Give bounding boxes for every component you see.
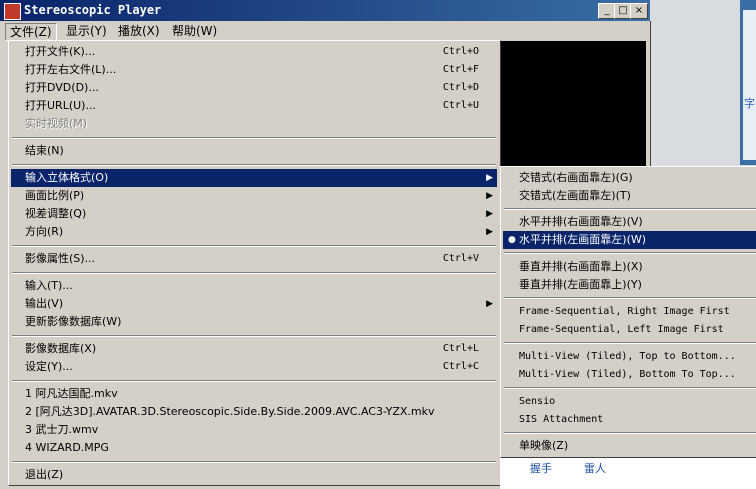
file-menu: 打开文件(K)... Ctrl+O 打开左右文件(L)... Ctrl+F 打开DV… <box>8 40 501 486</box>
menu-separator <box>504 342 756 344</box>
menu-item-recent-3[interactable]: 3 武士刀.wmv <box>11 421 497 439</box>
close-button[interactable]: × <box>630 3 648 19</box>
submenu-item-sensio[interactable]: Sensio <box>503 393 756 411</box>
menu-item-exit[interactable]: 退出(Z) <box>11 466 497 484</box>
menu-item-open-lr-files[interactable]: 打开左右文件(L)... Ctrl+F <box>11 61 497 79</box>
menu-separator <box>504 432 756 434</box>
menu-item-orientation[interactable]: 方向(R) ▶ <box>11 223 497 241</box>
app-icon <box>4 3 21 20</box>
background-link-shock[interactable]: 雷人 <box>584 460 606 476</box>
menu-item-recent-2[interactable]: 2 [阿凡达3D].AVATAR.3D.Stereoscopic.Side.By… <box>11 403 497 421</box>
menu-item-settings[interactable]: 设定(Y)... Ctrl+C <box>11 358 497 376</box>
submenu-item-mono[interactable]: 单映像(Z) <box>503 437 756 455</box>
menu-item-open-file[interactable]: 打开文件(K)... Ctrl+O <box>11 43 497 61</box>
submenu-item-multiview-bottom-top[interactable]: Multi-View (Tiled), Bottom To Top... <box>503 366 756 384</box>
menu-separator <box>12 164 496 166</box>
menu-item-open-dvd[interactable]: 打开DVD(D)... Ctrl+D <box>11 79 497 97</box>
menu-item-open-url[interactable]: 打开URL(U)... Ctrl+U <box>11 97 497 115</box>
submenu-item-side-by-side-right-first[interactable]: 水平并排(右画面靠左)(V) <box>503 213 756 231</box>
submenu-arrow-icon: ▶ <box>486 173 493 183</box>
menu-item-input[interactable]: 输入(T)... <box>11 277 497 295</box>
submenu-item-interlaced-left-first[interactable]: 交错式(左画面靠左)(T) <box>503 187 756 205</box>
background-window-text: 字 <box>744 97 755 110</box>
menu-separator <box>12 461 496 463</box>
menu-help[interactable]: 帮助(W) <box>168 23 221 39</box>
selected-bullet-icon: ● <box>508 235 516 245</box>
menu-item-close[interactable]: 结束(N) <box>11 142 497 160</box>
menu-bar: 文件(Z) 显示(Y) 播放(X) 帮助(W) <box>0 21 650 41</box>
menu-item-recent-1[interactable]: 1 阿凡达国配.mkv <box>11 385 497 403</box>
submenu-item-over-under-right-top[interactable]: 垂直并排(右画面靠上)(X) <box>503 258 756 276</box>
video-area <box>500 41 648 171</box>
window-title: Stereoscopic Player <box>24 3 162 17</box>
submenu-arrow-icon: ▶ <box>486 191 493 201</box>
submenu-item-multiview-top-bottom[interactable]: Multi-View (Tiled), Top to Bottom... <box>503 348 756 366</box>
background-window <box>740 0 756 165</box>
menu-separator <box>12 380 496 382</box>
menu-item-aspect-ratio[interactable]: 画面比例(P) ▶ <box>11 187 497 205</box>
stereo-format-submenu: 交错式(右画面靠左)(G) 交错式(左画面靠左)(T) 水平并排(右画面靠左)(… <box>500 166 756 458</box>
menu-item-update-media-db[interactable]: 更新影像数据库(W) <box>11 313 497 331</box>
menu-separator <box>12 245 496 247</box>
menu-separator <box>504 387 756 389</box>
menu-item-media-properties[interactable]: 影像属性(S)... Ctrl+V <box>11 250 497 268</box>
menu-separator <box>504 297 756 299</box>
menu-item-output[interactable]: 输出(V) ▶ <box>11 295 497 313</box>
submenu-arrow-icon: ▶ <box>486 209 493 219</box>
menu-separator <box>12 137 496 139</box>
menu-item-parallax[interactable]: 视差调整(Q) ▶ <box>11 205 497 223</box>
menu-separator <box>504 252 756 254</box>
submenu-item-interlaced-right-first[interactable]: 交错式(右画面靠左)(G) <box>503 169 756 187</box>
submenu-arrow-icon: ▶ <box>486 227 493 237</box>
menu-separator <box>12 335 496 337</box>
submenu-arrow-icon: ▶ <box>486 299 493 309</box>
menu-item-input-stereo-format[interactable]: 输入立体格式(O) ▶ <box>11 169 497 187</box>
menu-item-media-db[interactable]: 影像数据库(X) Ctrl+L <box>11 340 497 358</box>
background-link-handshake[interactable]: 握手 <box>530 460 552 476</box>
submenu-item-sis-attachment[interactable]: SIS Attachment <box>503 411 756 429</box>
menu-item-recent-4[interactable]: 4 WIZARD.MPG <box>11 439 497 457</box>
menu-separator <box>504 208 756 210</box>
background-page: 握手 雷人 <box>500 458 756 489</box>
submenu-item-side-by-side-left-first[interactable]: ● 水平并排(左画面靠左)(W) <box>503 231 756 249</box>
title-bar[interactable]: Stereoscopic Player _ □ × <box>0 0 650 21</box>
menu-separator <box>12 272 496 274</box>
menu-play[interactable]: 播放(X) <box>114 23 164 39</box>
menu-item-live-video: 实时视频(M) <box>25 117 88 130</box>
submenu-item-frame-seq-right-first[interactable]: Frame-Sequential, Right Image First <box>503 303 756 321</box>
menu-file[interactable]: 文件(Z) <box>5 23 57 41</box>
submenu-item-frame-seq-left-first[interactable]: Frame-Sequential, Left Image First <box>503 321 756 339</box>
menu-view[interactable]: 显示(Y) <box>62 23 111 39</box>
submenu-item-over-under-left-top[interactable]: 垂直并排(左画面靠上)(Y) <box>503 276 756 294</box>
